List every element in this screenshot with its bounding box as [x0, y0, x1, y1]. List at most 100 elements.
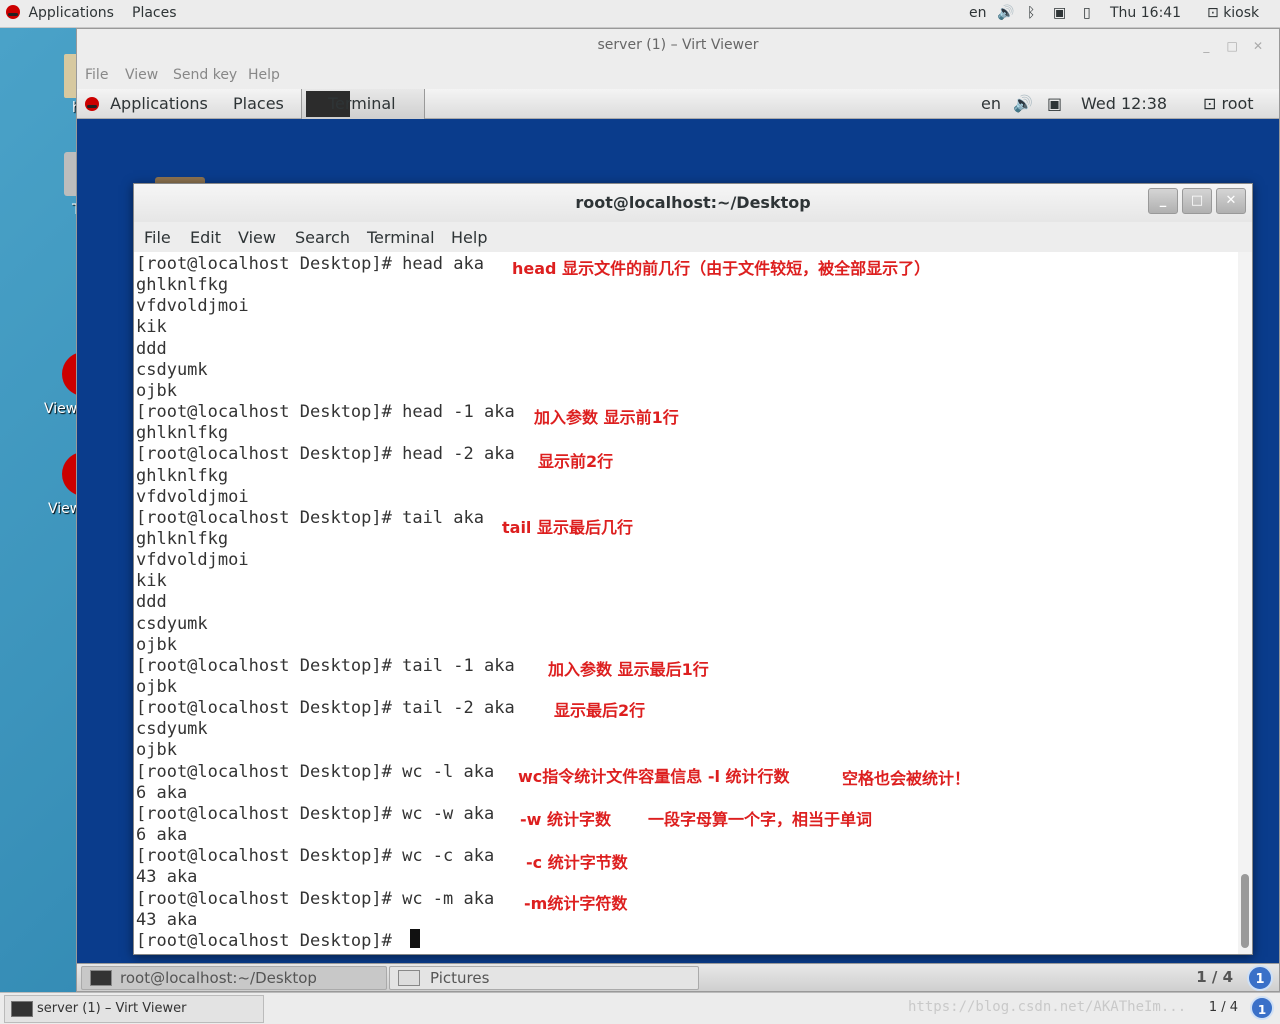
terminal-line: [root@localhost Desktop]# tail -1 aka [136, 655, 515, 676]
desktop-label-view-1[interactable]: View [44, 401, 77, 417]
host-places-menu[interactable]: Places [132, 5, 177, 21]
terminal-menu-terminal[interactable]: Terminal [367, 228, 435, 247]
volume-icon[interactable]: 🔊 [997, 5, 1014, 21]
close-icon[interactable]: ✕ [1247, 39, 1269, 53]
guest-task-pictures[interactable]: Pictures [389, 966, 699, 990]
terminal-menu-edit[interactable]: Edit [190, 228, 221, 247]
terminal-line: ghlknlfkg [136, 465, 229, 486]
annotation-wc-w: -w 统计字数 [520, 810, 611, 829]
viewer-menu-send-key[interactable]: Send key [173, 67, 237, 83]
host-clock[interactable]: Thu 16:41 [1110, 5, 1181, 21]
virt-viewer-title: server (1) – Virt Viewer [597, 37, 759, 53]
maximize-icon[interactable]: □ [1221, 39, 1243, 53]
terminal-line: [root@localhost Desktop]# head -1 aka [136, 402, 515, 423]
terminal-line: [root@localhost Desktop]# tail aka [136, 507, 484, 528]
terminal-line: ghlknlfkg [136, 528, 229, 549]
terminal-line: ddd [136, 592, 167, 613]
terminal-output[interactable]: [root@localhost Desktop]# 43 aka [root@lo… [134, 252, 1238, 954]
terminal-line: ojbk [136, 740, 177, 761]
guest-lang-indicator[interactable]: en [981, 94, 1001, 113]
battery-icon[interactable]: ▯ [1083, 5, 1091, 21]
terminal-line: kik [136, 317, 167, 338]
terminal-line: [root@localhost Desktop]# wc -w aka [136, 803, 495, 824]
host-applications-menu[interactable]: Applications [6, 5, 114, 21]
watermark: https://blog.csdn.net/AKATheIm... [908, 999, 1187, 1015]
host-notification-icon[interactable]: 1 [1250, 996, 1274, 1020]
terminal-window: root@localhost:~/Desktop _ □ ✕ File Edit V… [133, 183, 1253, 955]
redhat-logo-icon [85, 97, 99, 111]
terminal-line: ghlknlfkg [136, 275, 229, 296]
guest-clock[interactable]: Wed 12:38 [1081, 94, 1167, 113]
host-user-menu[interactable]: ⊡ kiosk [1207, 5, 1259, 21]
terminal-cursor [410, 929, 420, 948]
guest-network-icon[interactable]: ▣ [1047, 94, 1062, 113]
annotation-wc-c: -c 统计字节数 [526, 853, 628, 872]
annotation-tail-1: 加入参数 显示最后1行 [548, 660, 709, 679]
terminal-menu-search[interactable]: Search [295, 228, 350, 247]
annotation-head-2: 显示前2行 [538, 452, 614, 471]
annotation-tail: tail 显示最后几行 [502, 518, 633, 537]
guest-display[interactable]: Applications Places Terminal en 🔊 ▣ Wed … [77, 89, 1279, 991]
annotation-head-1: 加入参数 显示前1行 [534, 408, 679, 427]
guest-user-menu[interactable]: ⊡ root [1203, 94, 1254, 113]
guest-task-terminal-label: root@localhost:~/Desktop [120, 969, 317, 987]
terminal-line: kik [136, 571, 167, 592]
host-workspace-pager[interactable]: 1 / 4 [1209, 1000, 1238, 1015]
guest-applications-menu[interactable]: Applications [85, 94, 208, 113]
guest-task-terminal[interactable]: root@localhost:~/Desktop [81, 966, 387, 990]
viewer-menu-help[interactable]: Help [248, 67, 280, 83]
guest-terminal-launcher[interactable]: Terminal [301, 89, 425, 119]
guest-places-menu[interactable]: Places [233, 94, 284, 113]
terminal-line: 43 aka [136, 867, 198, 888]
guest-notification-icon[interactable]: 1 [1247, 965, 1273, 991]
guest-terminal-label: Terminal [328, 94, 396, 113]
terminal-line: [root@localhost Desktop]# head aka [136, 254, 484, 274]
terminal-line: vfdvoldjmoi [136, 486, 249, 507]
terminal-line: csdyumk [136, 613, 208, 634]
terminal-menu-view[interactable]: View [238, 228, 276, 247]
terminal-line: ddd [136, 338, 167, 359]
bluetooth-icon[interactable]: ᛒ [1027, 5, 1035, 21]
terminal-maximize-button[interactable]: □ [1182, 188, 1212, 214]
terminal-scrollbar[interactable] [1238, 252, 1252, 954]
host-applications-label: Applications [28, 5, 114, 21]
terminal-line: 43 aka [136, 909, 198, 930]
viewer-menu-view[interactable]: View [125, 67, 158, 83]
terminal-line: [root@localhost Desktop]# wc -c aka [136, 846, 495, 867]
terminal-line: vfdvoldjmoi [136, 550, 249, 571]
minimize-icon[interactable]: _ [1195, 39, 1217, 53]
terminal-task-icon [90, 970, 112, 986]
guest-user-label: root [1221, 94, 1254, 113]
terminal-line: 6 aka [136, 825, 188, 846]
terminal-line: [root@localhost Desktop]# [136, 930, 403, 951]
network-icon[interactable]: ▣ [1053, 5, 1066, 21]
terminal-line: [root@localhost Desktop]# wc -m aka [136, 888, 495, 909]
guest-applications-label: Applications [110, 94, 208, 113]
guest-workspace-pager[interactable]: 1 / 4 [1196, 968, 1233, 986]
annotation-spaces: 空格也会被统计！ [842, 769, 971, 788]
terminal-minimize-button[interactable]: _ [1148, 188, 1178, 214]
annotation-head: head 显示文件的前几行（由于文件较短，被全部显示了） [512, 259, 931, 278]
annotation-word-explain: 一段字母算一个字，相当于单词 [648, 810, 873, 829]
terminal-line: [root@localhost Desktop]# wc -l aka [136, 761, 495, 782]
virt-viewer-window-controls: _ □ ✕ [1195, 39, 1269, 53]
virt-viewer-task-icon [11, 1001, 33, 1017]
guest-volume-icon[interactable]: 🔊 [1013, 94, 1033, 113]
terminal-menu-file[interactable]: File [144, 228, 171, 247]
terminal-menu-help[interactable]: Help [451, 228, 487, 247]
terminal-close-button[interactable]: ✕ [1216, 188, 1246, 214]
annotation-wc-l: wc指令统计文件容量信息 -l 统计行数 [518, 767, 790, 786]
host-task-label: server (1) – Virt Viewer [37, 1001, 187, 1016]
terminal-window-controls: _ □ ✕ [1144, 188, 1246, 214]
guest-task-pictures-label: Pictures [430, 969, 490, 987]
user-icon: ⊡ [1207, 5, 1219, 21]
terminal-line: [root@localhost Desktop]# head -2 aka [136, 444, 515, 465]
host-task-virt-viewer[interactable]: server (1) – Virt Viewer [4, 995, 264, 1023]
terminal-line: csdyumk [136, 359, 208, 380]
terminal-scroll-thumb[interactable] [1241, 874, 1249, 948]
annotation-tail-2: 显示最后2行 [554, 701, 646, 720]
terminal-line: ojbk [136, 677, 177, 697]
terminal-line: ojbk [136, 634, 177, 655]
host-lang-indicator[interactable]: en [969, 5, 987, 21]
viewer-menu-file[interactable]: File [85, 67, 108, 83]
